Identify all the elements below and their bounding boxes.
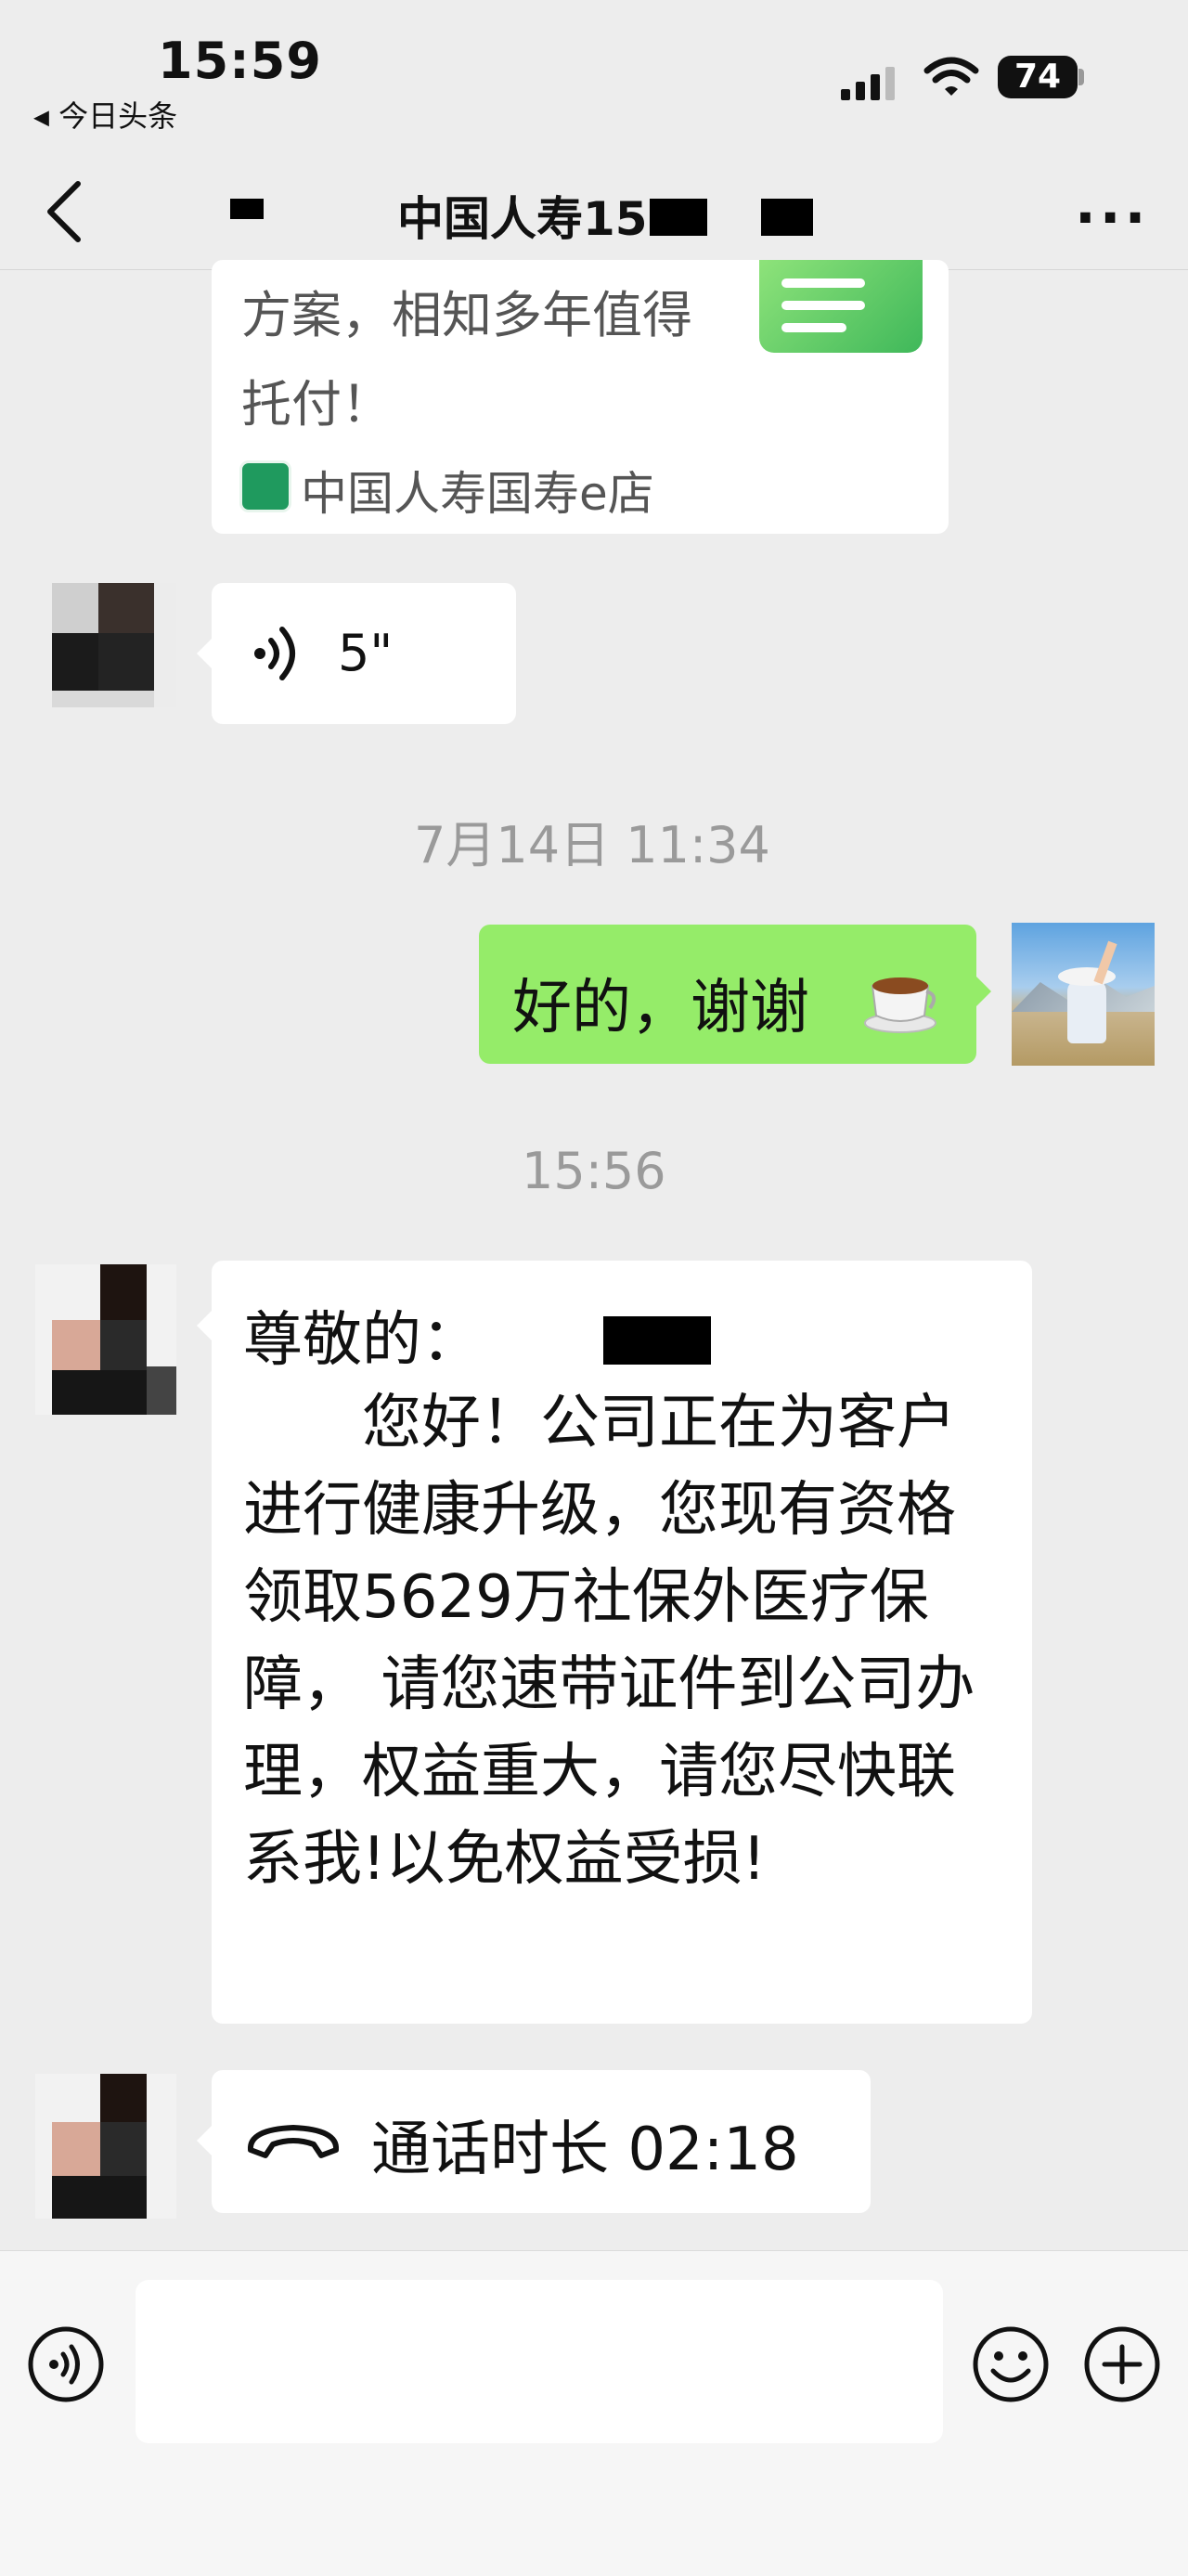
redaction-block (603, 1316, 711, 1365)
my-message-text: 好的，谢谢 (512, 974, 809, 1042)
avatar[interactable] (52, 583, 176, 707)
bubble-tail (197, 1311, 212, 1340)
smiley-icon[interactable] (971, 2324, 1051, 2404)
redaction-block (230, 199, 264, 219)
link-card-source: 中国人寿国寿e店 (301, 467, 654, 521)
chevron-left-icon[interactable] (37, 175, 93, 249)
status-time: 15:59 (158, 32, 322, 90)
battery-indicator: 74 (998, 56, 1078, 98)
notice-greeting: 尊敬的： (243, 1306, 481, 1375)
battery-tip (1078, 69, 1084, 85)
bubble-tail (197, 639, 212, 668)
voice-duration: 5" (338, 624, 394, 682)
avatar[interactable] (35, 2074, 176, 2219)
link-card-description: 方案，相知多年值得托付！ (241, 286, 692, 434)
redaction-block (650, 199, 707, 236)
notice-body: 您好！公司正在为客户进行健康升级，您现有资格领取5629万社保外医疗保障， 请您… (243, 1389, 975, 1894)
message-input[interactable] (136, 2280, 943, 2443)
back-app-label: 今日头条 (58, 98, 178, 134)
back-to-app-link[interactable]: ◀ 今日头条 (33, 93, 177, 136)
link-card-thumbnail (759, 260, 923, 353)
phone-hangup-icon (247, 2125, 340, 2158)
plus-circle-icon[interactable] (1082, 2324, 1162, 2404)
bubble-tail (976, 977, 991, 1006)
voice-input-toggle-icon[interactable] (26, 2324, 106, 2404)
avatar[interactable] (35, 1264, 176, 1415)
my-avatar[interactable] (1012, 923, 1155, 1066)
signal-icon (841, 67, 895, 100)
bubble-tail (197, 2126, 212, 2155)
wifi-icon (923, 57, 979, 96)
back-triangle-icon: ◀ (33, 106, 49, 130)
timestamp: 15:56 (522, 1142, 666, 1200)
e-store-logo-icon (239, 460, 291, 512)
coffee-emoji (864, 977, 936, 1033)
timestamp: 7月14日 11:34 (414, 816, 770, 874)
call-duration-text: 通话时长 02:18 (371, 2116, 799, 2184)
chat-title: 中国人寿15 (397, 192, 648, 246)
voice-wave-icon (254, 627, 295, 680)
more-dots-icon[interactable]: ··· (1075, 186, 1149, 251)
redaction-block (761, 199, 813, 236)
